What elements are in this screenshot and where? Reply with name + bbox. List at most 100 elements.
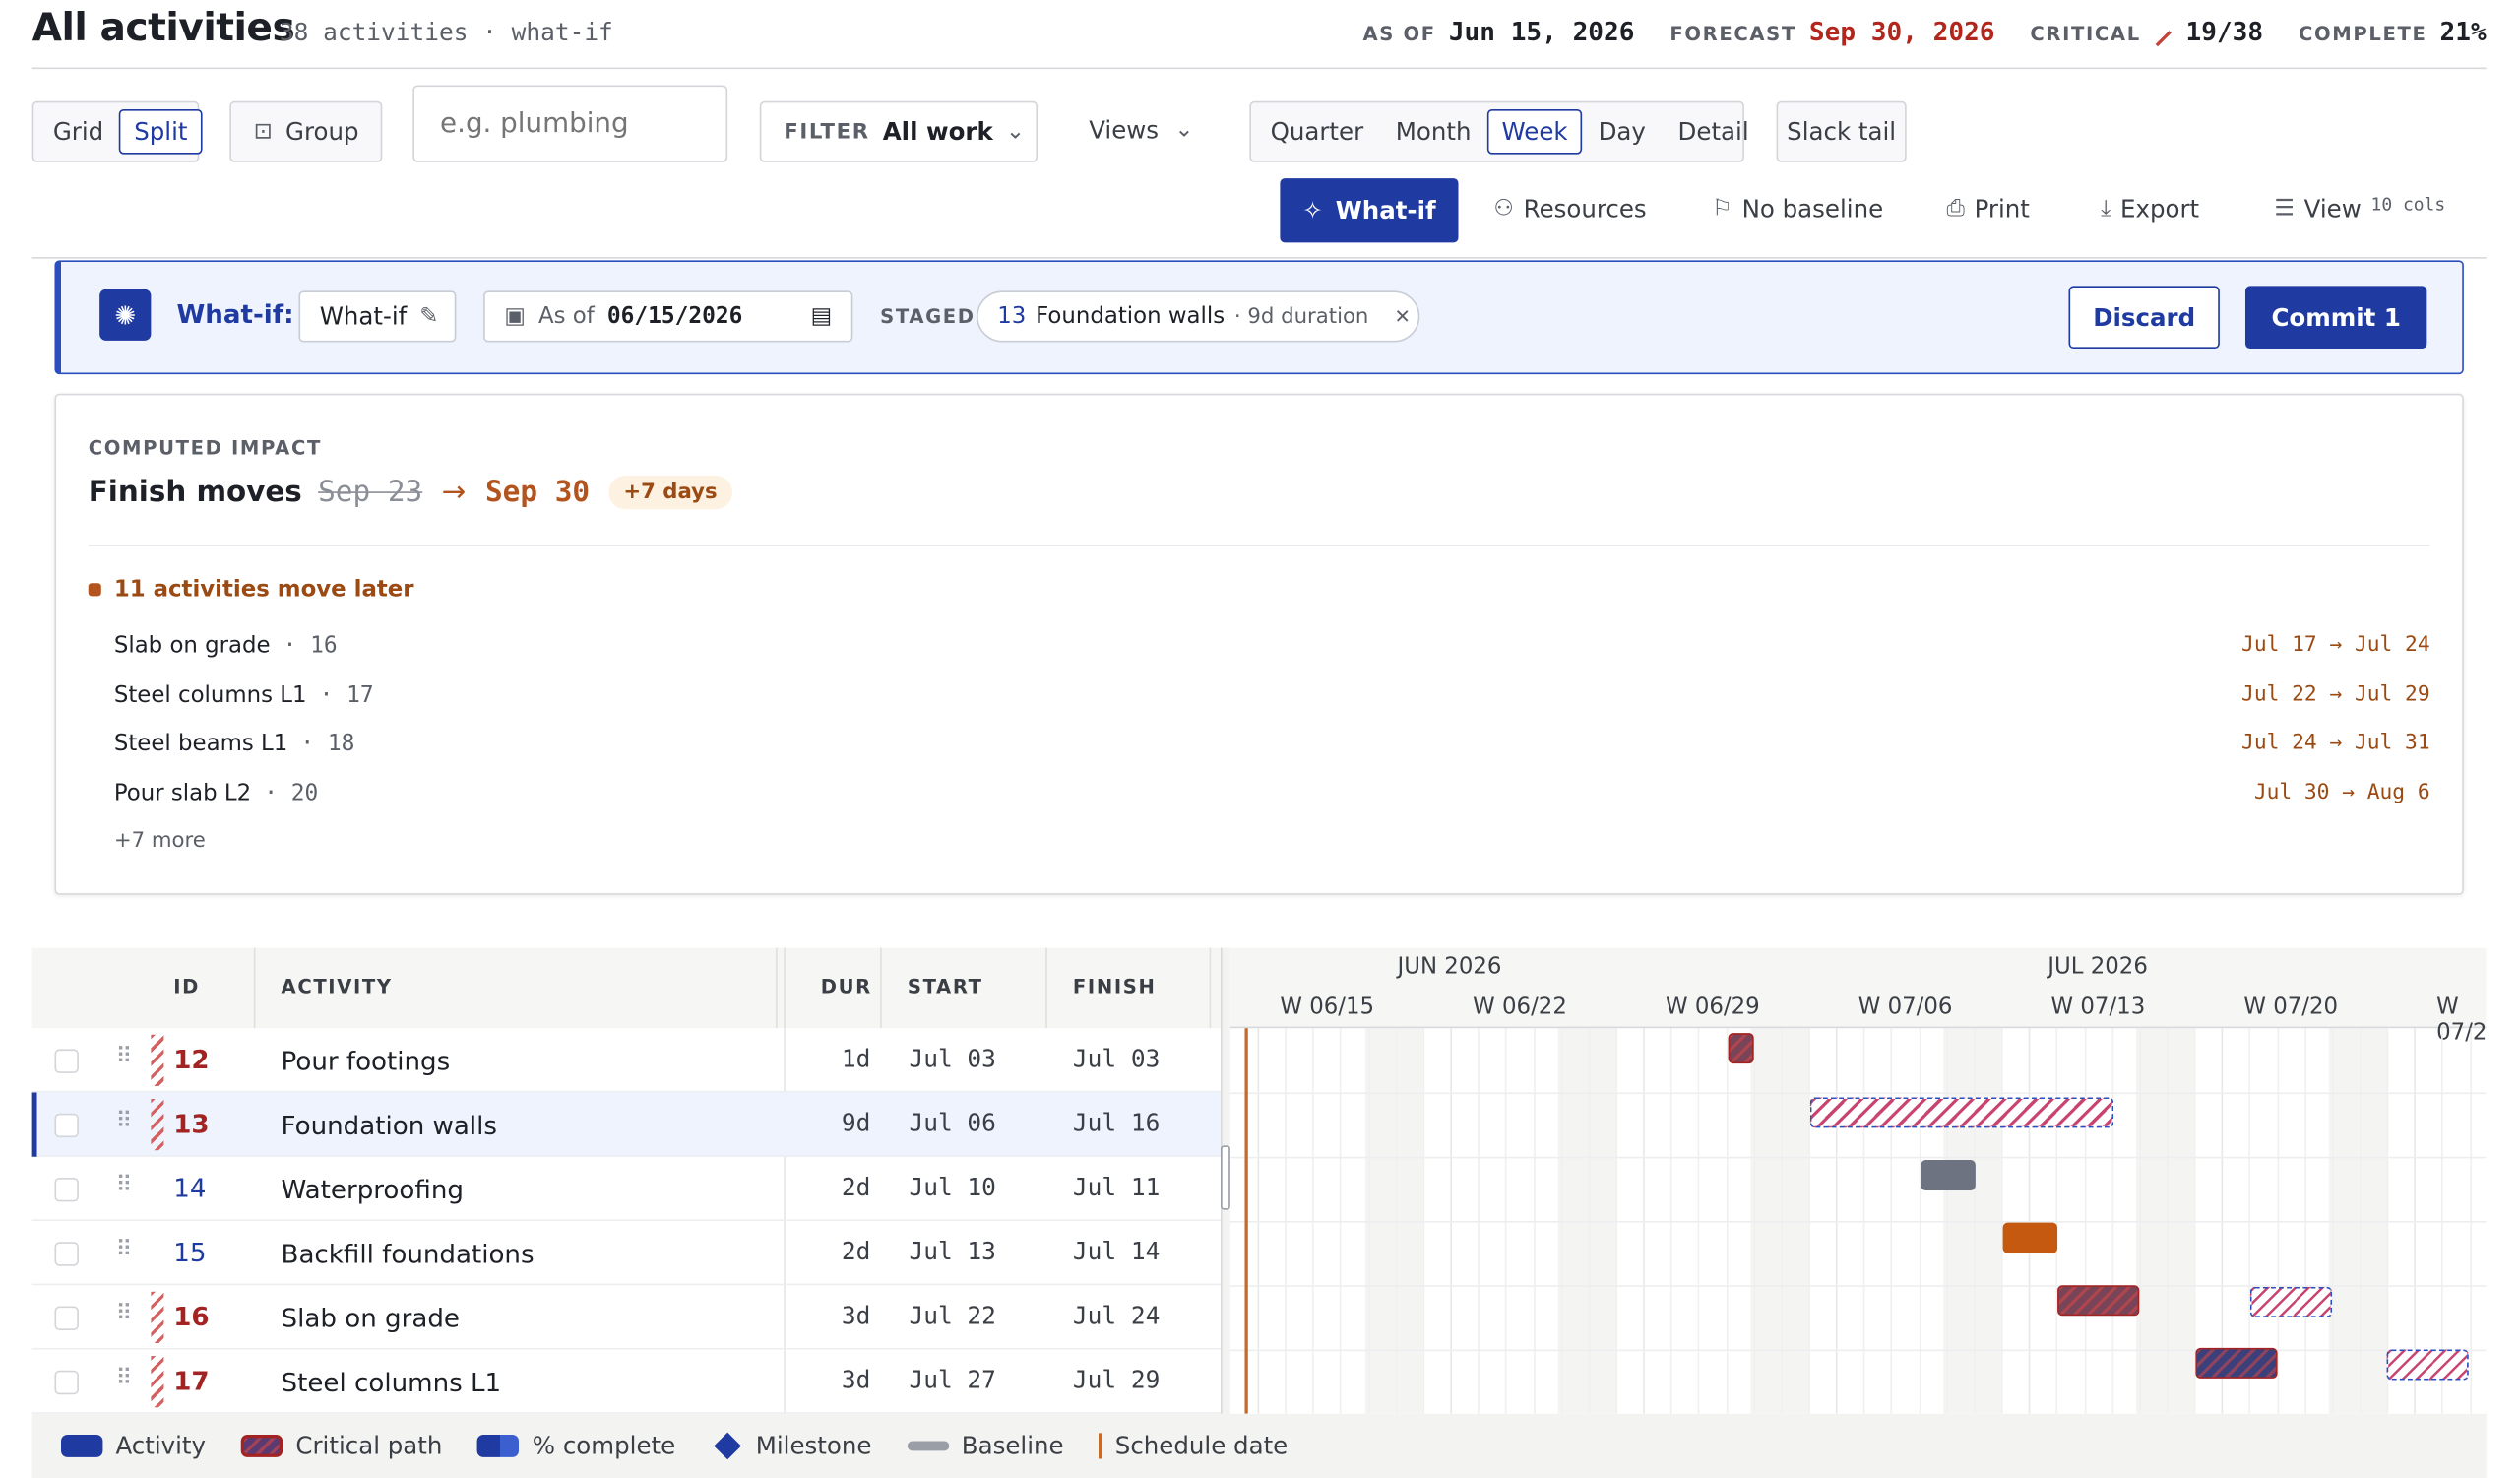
column-header-activity[interactable]: ACTIVITY (282, 975, 393, 997)
table-row[interactable]: ⠿ 13 Foundation walls 9d Jul 06 Jul 16 (32, 1092, 1222, 1157)
moved-activity-row[interactable]: Pour slab L2 · 20 Jul 30 → Aug 6 (114, 781, 2430, 806)
column-header-finish[interactable]: FINISH (1073, 975, 1157, 997)
layout-split-button[interactable]: Split (119, 108, 203, 155)
row-finish: Jul 29 (1072, 1365, 1161, 1395)
export-button[interactable]: ⤓ Export (2101, 194, 2199, 223)
month-label: JUL 2026 (2048, 954, 2148, 981)
row-checkbox[interactable] (54, 1306, 79, 1330)
moved-activity-name: Pour slab L2 (113, 780, 252, 807)
scale-detail-button[interactable]: Detail (1662, 111, 1765, 153)
pencil-icon: ✎ (419, 303, 439, 330)
as-of-field-label: As of (537, 303, 595, 330)
drag-handle-icon[interactable]: ⠿ (115, 1302, 132, 1327)
gantt-bar-17-whatif[interactable] (2386, 1349, 2469, 1381)
critical-value: 19/38 (2185, 16, 2264, 47)
group-button[interactable]: ⊡ Group (229, 100, 383, 162)
moved-activity-row[interactable]: Slab on grade · 16 Jul 17 → Jul 24 (114, 633, 2430, 659)
scale-quarter-button[interactable]: Quarter (1254, 111, 1379, 153)
close-icon[interactable]: ✕ (1394, 305, 1410, 328)
gantt-bar-16[interactable] (2057, 1285, 2140, 1317)
column-header-start[interactable]: START (908, 975, 983, 997)
legend-activity: Activity (61, 1432, 206, 1460)
new-finish: Sep 30 (484, 475, 591, 510)
gantt-bar-12[interactable] (1728, 1033, 1754, 1064)
column-divider (253, 947, 256, 1029)
row-checkbox[interactable] (54, 1049, 79, 1073)
whatif-button[interactable]: ✧ What-if (1280, 178, 1459, 243)
row-activity: Pour footings (281, 1046, 451, 1077)
scale-month-button[interactable]: Month (1379, 111, 1486, 153)
critical-marker (151, 1099, 164, 1151)
legend-baseline-label: Baseline (961, 1431, 1064, 1461)
staged-change-chip[interactable]: 13 Foundation walls · 9d duration ✕ (976, 290, 1420, 343)
scale-day-button[interactable]: Day (1582, 111, 1662, 153)
month-label: JUN 2026 (1397, 954, 1502, 981)
row-checkbox[interactable] (54, 1242, 79, 1266)
views-label: Views (1089, 115, 1160, 145)
row-checkbox[interactable] (54, 1113, 79, 1138)
moved-activity-row[interactable]: Steel beams L1 · 18 Jul 24 → Jul 31 (114, 731, 2430, 756)
gantt-bar-13-staged[interactable] (1809, 1097, 2114, 1128)
column-header-id[interactable]: ID (173, 975, 200, 997)
scenario-name-field[interactable]: What-if ✎ (298, 290, 457, 343)
critical-marker (151, 1034, 164, 1086)
print-label: Print (1974, 194, 2030, 224)
download-icon: ⤓ (2101, 196, 2111, 223)
drag-handle-icon[interactable]: ⠿ (115, 1109, 132, 1134)
complete-swatch-icon (477, 1435, 520, 1457)
row-checkbox[interactable] (54, 1177, 79, 1202)
view-columns-button[interactable]: ☰ View 10 cols (2274, 194, 2445, 224)
row-finish: Jul 11 (1072, 1173, 1161, 1202)
moved-activity-row[interactable]: Steel columns L1 · 17 Jul 22 → Jul 29 (114, 682, 2430, 708)
drag-handle-icon[interactable]: ⠿ (115, 1366, 132, 1391)
baseline-swatch-icon (907, 1441, 949, 1451)
row-divider (1229, 1221, 2487, 1223)
forecast-label: FORECAST (1670, 22, 1796, 45)
slack-tail-button[interactable]: Slack tail (1776, 100, 1907, 162)
row-checkbox[interactable] (54, 1370, 79, 1395)
calendar-picker-icon[interactable]: ▤ (811, 303, 833, 329)
table-row[interactable]: ⠿ 16 Slab on grade 3d Jul 22 Jul 24 (32, 1285, 1222, 1350)
drag-handle-icon[interactable]: ⠿ (115, 1173, 132, 1198)
views-dropdown[interactable]: Views ⌄ (1089, 115, 1193, 144)
filter-value: All work (882, 117, 993, 147)
row-activity: Slab on grade (281, 1303, 460, 1334)
row-divider (1229, 1349, 2487, 1352)
column-divider (784, 947, 786, 1029)
commit-button[interactable]: Commit 1 (2244, 286, 2427, 350)
baseline-button[interactable]: ⚐ No baseline (1712, 194, 1883, 223)
complete-value: 21% (2439, 16, 2487, 47)
legend-milestone: Milestone (711, 1432, 871, 1460)
print-button[interactable]: ⎙ Print (1946, 194, 2029, 223)
gantt-bar-14[interactable] (1921, 1160, 1976, 1191)
table-row[interactable]: ⠿ 12 Pour footings 1d Jul 03 Jul 03 (32, 1028, 1222, 1093)
drag-handle-icon[interactable]: ⠿ (115, 1237, 132, 1262)
flag-icon: ⚐ (1712, 196, 1732, 223)
gantt-bar-16-whatif[interactable] (2249, 1286, 2333, 1317)
row-id: 12 (173, 1044, 210, 1075)
table-row[interactable]: ⠿ 15 Backfill foundations 2d Jul 13 Jul … (32, 1221, 1222, 1286)
resources-button[interactable]: ⚇ Resources (1493, 194, 1646, 223)
users-icon: ⚇ (1493, 196, 1514, 223)
moves-label: 11 activities move later (113, 576, 414, 603)
column-header-dur[interactable]: DUR (821, 975, 872, 997)
gantt-bar-17[interactable] (2195, 1347, 2278, 1379)
scale-week-button[interactable]: Week (1486, 108, 1583, 155)
table-row[interactable]: ⠿ 14 Waterproofing 2d Jul 10 Jul 11 (32, 1157, 1222, 1222)
drag-handle-icon[interactable]: ⠿ (115, 1045, 132, 1070)
filter-dropdown[interactable]: FILTER All work ⌄ (759, 100, 1039, 162)
finish-summary: Finish moves Sep 23 → Sep 30 +7 days (89, 475, 732, 510)
scenario-name: What-if (319, 301, 408, 332)
as-of-date-field[interactable]: ▣ As of 06/15/2026 ▤ (483, 290, 853, 343)
legend-complete-label: % complete (532, 1431, 676, 1461)
row-start: Jul 27 (909, 1365, 996, 1395)
gantt-bar-15[interactable] (2002, 1222, 2058, 1253)
table-row[interactable]: ⠿ 17 Steel columns L1 3d Jul 27 Jul 29 (32, 1350, 1222, 1414)
layout-grid-button[interactable]: Grid (40, 111, 116, 153)
export-label: Export (2120, 194, 2200, 224)
splitter-handle[interactable] (1221, 1145, 1230, 1210)
more-link[interactable]: +7 more (114, 829, 206, 853)
search-input[interactable] (412, 85, 728, 162)
moved-activity-dates: Jul 17 → Jul 24 (2241, 632, 2430, 658)
discard-button[interactable]: Discard (2068, 286, 2220, 350)
